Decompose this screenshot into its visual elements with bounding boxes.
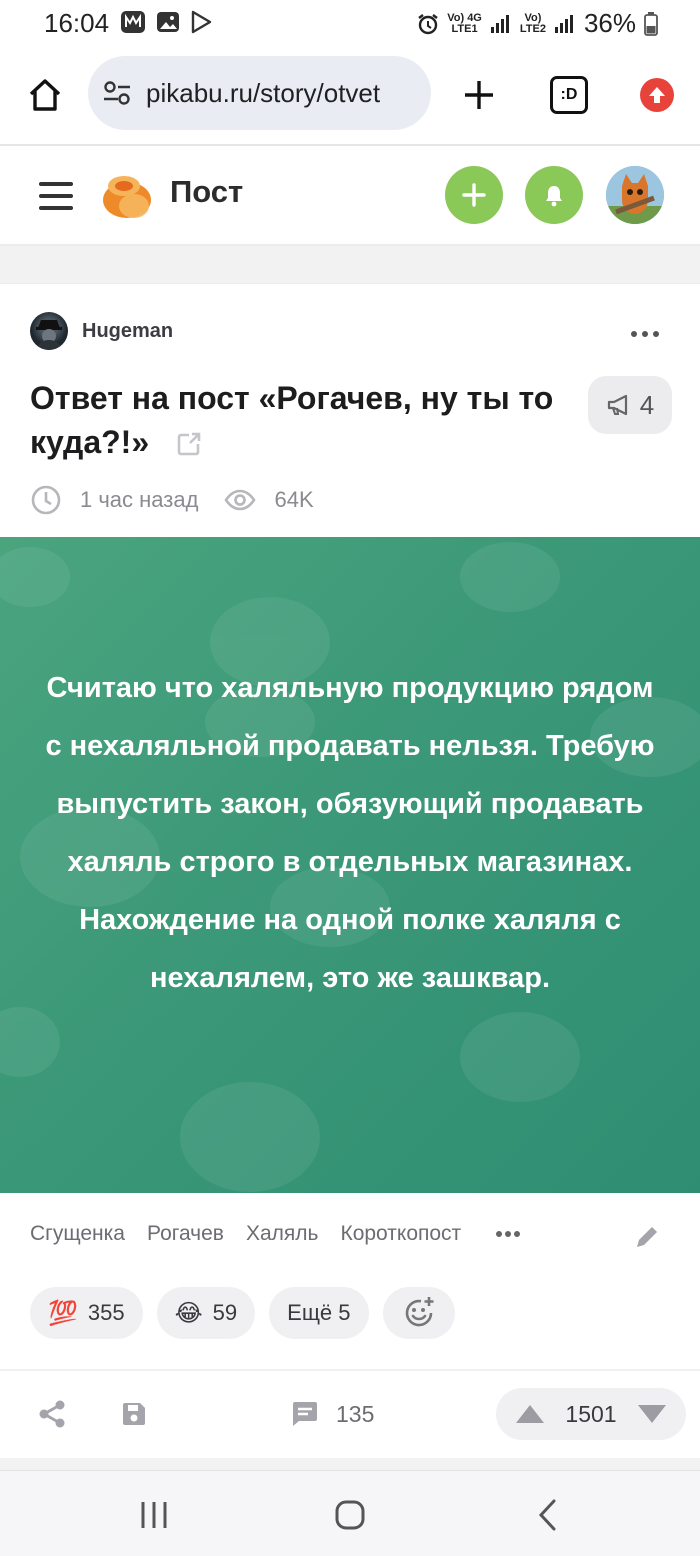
post-body-text: Считаю что халяльную продукцию рядом с н… [45, 672, 655, 994]
signal-1-icon [490, 14, 509, 33]
network-1-indicator: Vo) 4G LTE1 [447, 11, 482, 35]
post-actions: 135 1501 [0, 1384, 700, 1444]
save-button[interactable] [118, 1398, 150, 1430]
play-notification-icon [191, 10, 212, 34]
home-nav-icon [335, 1500, 365, 1530]
add-reaction-button[interactable] [382, 1287, 455, 1339]
status-notification-icons [120, 10, 212, 34]
share-icon [39, 1400, 65, 1428]
author-avatar-image [36, 320, 62, 350]
reaction-count: 59 [212, 1300, 238, 1325]
pikabu-logo-icon [103, 176, 151, 218]
signal-2-icon [554, 14, 573, 33]
save-icon [123, 1403, 145, 1425]
battery-percent: 36% [583, 8, 636, 38]
hamburger-icon [39, 182, 73, 210]
post-tags: Сгущенка Рогачев Халяль Короткопост [30, 1222, 521, 1246]
external-link-icon[interactable] [176, 431, 202, 457]
battery-icon [644, 11, 658, 36]
author-avatar[interactable] [30, 312, 68, 350]
recents-button[interactable] [136, 1499, 172, 1531]
home-icon [29, 79, 61, 111]
edit-tags-button[interactable] [632, 1222, 662, 1252]
home-nav-button[interactable] [332, 1497, 368, 1533]
reposts-count: 4 [639, 389, 655, 420]
back-icon [538, 1499, 556, 1531]
rating-widget: 1501 [496, 1388, 686, 1440]
home-button[interactable] [24, 74, 66, 116]
pikabu-logo[interactable] [100, 168, 154, 222]
tag-item[interactable]: Халяль [246, 1222, 319, 1246]
tune-icon[interactable] [102, 80, 132, 106]
post-title[interactable]: Ответ на пост «Рогачев, ну ты то куда?!» [30, 376, 570, 464]
tabs-button[interactable]: :D [550, 76, 588, 114]
reposts-badge[interactable]: 4 [588, 376, 672, 434]
post-title-text[interactable]: Ответ на пост «Рогачев, ну ты то куда?!» [30, 380, 553, 460]
address-bar[interactable]: pikabu.ru/story/otvet [88, 56, 431, 130]
reaction-hundred[interactable]: 💯 355 [30, 1287, 143, 1339]
reactions-bar: 💯 355 😂 59 Ещё 5 [30, 1287, 455, 1339]
post-more-button[interactable] [628, 322, 662, 346]
smiley-plus-icon [405, 1297, 433, 1327]
tag-item[interactable]: Сгущенка [30, 1222, 125, 1246]
site-header: Пост [0, 146, 700, 246]
tag-item[interactable]: Рогачев [147, 1222, 224, 1246]
app-notification-icon [121, 11, 145, 33]
post-time: 1 час назад [80, 487, 199, 512]
more-tags-icon[interactable] [495, 1230, 521, 1238]
eye-icon [224, 489, 257, 511]
menu-button[interactable] [36, 176, 76, 216]
share-button[interactable] [36, 1398, 68, 1430]
post-text-banner: Считаю что халяльную продукцию рядом с н… [0, 537, 700, 1193]
post-card: Hugeman Ответ на пост «Рогачев, ну ты то… [0, 283, 700, 1458]
comments-button[interactable]: 135 [290, 1398, 390, 1430]
arrow-up-icon[interactable] [514, 1403, 546, 1425]
back-button[interactable] [532, 1497, 562, 1533]
more-dots-icon [631, 331, 659, 337]
alarm-icon [418, 13, 438, 34]
notifications-button[interactable] [525, 166, 583, 224]
status-bar: 16:04 Vo) 4G LTE1 Vo) LTE2 36% [0, 0, 700, 46]
bell-icon [546, 186, 562, 207]
status-time: 16:04 [44, 8, 110, 38]
page-title: Пост [170, 174, 244, 209]
user-avatar[interactable] [606, 166, 664, 224]
clock-icon [31, 485, 61, 515]
comments-count: 135 [336, 1400, 375, 1427]
comment-icon [293, 1402, 317, 1426]
reaction-count: 355 [87, 1300, 125, 1325]
update-icon [649, 87, 665, 103]
add-post-button[interactable] [445, 166, 503, 224]
network-2-indicator: Vo) LTE2 [519, 11, 546, 35]
plus-icon [465, 81, 493, 109]
update-button[interactable] [640, 78, 674, 112]
new-tab-button[interactable] [458, 74, 500, 116]
more-reactions-button[interactable]: Ещё 5 [269, 1287, 369, 1339]
actions-divider [0, 1369, 700, 1371]
plus-icon [462, 183, 486, 207]
rating-value: 1501 [565, 1400, 617, 1427]
browser-toolbar: pikabu.ru/story/otvet :D [0, 46, 700, 146]
post-meta: 1 час назад 64K [30, 484, 314, 516]
reaction-laugh[interactable]: 😂 59 [156, 1287, 256, 1339]
post-views: 64K [274, 487, 314, 512]
arrow-down-icon[interactable] [636, 1403, 668, 1425]
status-right: Vo) 4G LTE1 Vo) LTE2 36% [417, 8, 658, 39]
tabs-icon: :D [560, 86, 578, 103]
author-name[interactable]: Hugeman [82, 320, 173, 343]
laugh-emoji-icon: 😂 [174, 1299, 203, 1327]
recents-icon [141, 1502, 167, 1528]
avatar-cat-image [606, 166, 664, 224]
megaphone-icon [607, 394, 627, 416]
url-text[interactable]: pikabu.ru/story/otvet [146, 78, 380, 109]
hundred-emoji-icon: 💯 [48, 1299, 78, 1327]
more-reactions-label: Ещё 5 [287, 1300, 351, 1325]
gallery-notification-icon [157, 12, 179, 32]
tag-item[interactable]: Короткопост [340, 1222, 461, 1246]
post-author[interactable]: Hugeman [30, 312, 173, 350]
pencil-icon [637, 1227, 657, 1247]
system-navigation-bar [0, 1470, 700, 1556]
